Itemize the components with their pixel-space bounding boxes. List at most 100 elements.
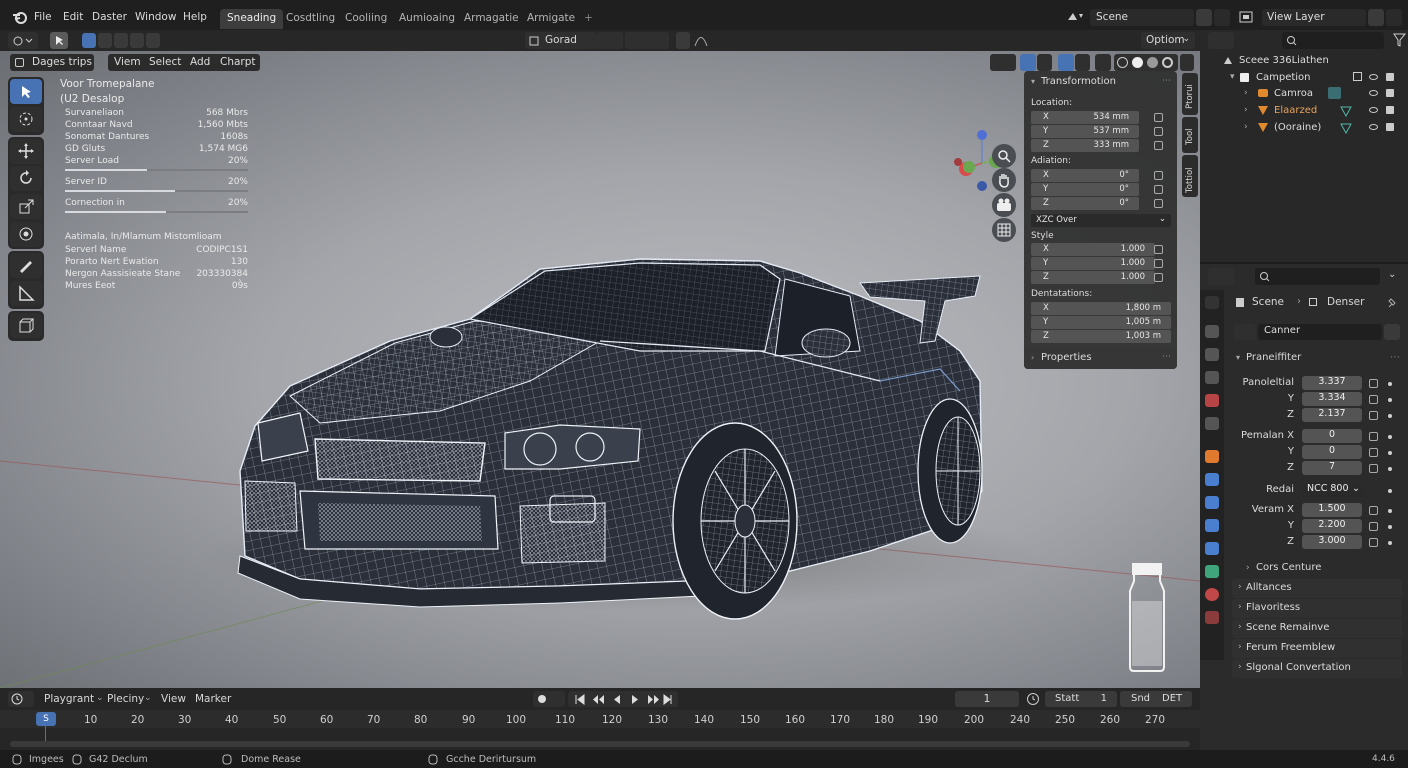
menu-select[interactable]: Select	[149, 56, 181, 68]
tab-workspace-1[interactable]: Sneading	[220, 9, 284, 29]
menu-object[interactable]: Charpt	[220, 56, 256, 68]
rotate-tool[interactable]	[10, 166, 42, 191]
tab-workspace-4[interactable]: Aumioaing	[392, 9, 462, 29]
menu-daster[interactable]: Daster	[92, 11, 127, 23]
section-alltances[interactable]: › Alltances	[1232, 579, 1402, 598]
keying-dropdown[interactable]: Pleciny	[107, 693, 144, 705]
measure-tool[interactable]	[10, 281, 42, 306]
value-field[interactable]: 0	[1302, 429, 1362, 443]
tab-workspace-5[interactable]: Armagatie	[457, 9, 526, 29]
eye-icon[interactable]	[1369, 124, 1378, 130]
keyframe-dot[interactable]	[1388, 489, 1392, 493]
properties-options-dropdown[interactable]: ⌄	[1388, 269, 1396, 280]
lock-icon[interactable]	[1369, 506, 1378, 515]
fake-user-button[interactable]	[1384, 324, 1400, 340]
snap-button[interactable]	[625, 32, 669, 49]
shading-dropdown[interactable]	[1180, 54, 1194, 71]
world-tab-icon[interactable]	[1205, 417, 1219, 430]
redai-dropdown[interactable]: NCC 800 ⌄	[1302, 483, 1364, 497]
rotation-x-field[interactable]: X 0°	[1031, 169, 1139, 182]
solid-shading-icon[interactable]	[1132, 57, 1143, 68]
render-tab-icon[interactable]	[1205, 325, 1219, 338]
subpanel-header[interactable]: Cors Centure	[1256, 562, 1321, 573]
menu-window[interactable]: Window	[135, 11, 176, 23]
transform-tool[interactable]	[10, 222, 42, 247]
outliner-item-selected[interactable]: Elaarzed	[1274, 105, 1317, 116]
orientation-dropdown[interactable]: Gorad	[525, 32, 597, 49]
lock-icon[interactable]	[1369, 464, 1378, 473]
tab-view[interactable]: Tottiol	[1182, 155, 1198, 197]
outliner-item-3[interactable]: (Ooraine)	[1274, 122, 1321, 133]
location-x-field[interactable]: X 534 mm	[1031, 111, 1139, 124]
render-camera-icon[interactable]	[1386, 89, 1394, 97]
app-logo-icon[interactable]	[12, 9, 28, 25]
3d-viewport[interactable]: Dages trips Viem Select Add Charpt Voor …	[0, 51, 1200, 688]
section-slgonal-convertation[interactable]: › Slgonal Convertation	[1232, 659, 1402, 678]
tool-tab-icon[interactable]	[1205, 296, 1219, 309]
lock-icon[interactable]	[1369, 538, 1378, 547]
pan-button[interactable]	[992, 168, 1016, 192]
value-field[interactable]: 3.334	[1302, 392, 1362, 406]
dimension-x-field[interactable]: X 1,800 m	[1031, 302, 1171, 315]
keyframe-dot[interactable]	[1388, 467, 1392, 471]
scale-z-field[interactable]: Z 1.000	[1031, 271, 1155, 284]
add-cube-tool[interactable]	[10, 313, 42, 338]
value-field[interactable]: 7	[1302, 461, 1362, 475]
render-camera-icon[interactable]	[1386, 123, 1394, 131]
section-ferum-freemblew[interactable]: › Ferum Freemblew	[1232, 639, 1402, 658]
proportional-edit-button[interactable]	[676, 32, 690, 49]
playback-mode-dropdown[interactable]: Playgrant	[44, 693, 94, 705]
view-layer-tab-icon[interactable]	[1205, 371, 1219, 384]
properties-search-input[interactable]	[1255, 268, 1380, 285]
render-shading-icon[interactable]	[1162, 57, 1173, 68]
menu-add[interactable]: Add	[190, 56, 210, 68]
lock-icon[interactable]	[1369, 395, 1378, 404]
tab-workspace-3[interactable]: Cooliing	[338, 9, 394, 29]
menu-marker[interactable]: Marker	[195, 693, 231, 705]
section-flavoritess[interactable]: › Flavoritess	[1232, 599, 1402, 618]
editor-type-button[interactable]	[8, 32, 38, 49]
keyframe-dot[interactable]	[1388, 509, 1392, 513]
options-dropdown[interactable]: Optiom ⌄	[1141, 32, 1195, 49]
lock-icon[interactable]	[1369, 379, 1378, 388]
keyframe-dot[interactable]	[1388, 451, 1392, 455]
gizmo-dropdown[interactable]	[1037, 54, 1052, 71]
mode-dropdown[interactable]: Dages trips	[10, 54, 94, 71]
menu-help[interactable]: Help	[183, 11, 207, 23]
section-scene-remainve[interactable]: › Scene Remainve	[1232, 619, 1402, 638]
scale-tool[interactable]	[10, 194, 42, 219]
gizmo-toggle-button[interactable]	[1020, 54, 1036, 71]
xray-toggle-button[interactable]	[1095, 54, 1111, 71]
outliner-item-camera[interactable]: Camroa	[1274, 88, 1313, 99]
record-button[interactable]	[533, 691, 565, 707]
new-view-layer-button[interactable]	[1368, 9, 1384, 26]
select-new-icon[interactable]	[82, 33, 96, 48]
move-tool[interactable]	[10, 139, 42, 164]
pivot-point-button[interactable]	[597, 32, 623, 49]
tab-tool[interactable]: Tool	[1182, 117, 1198, 153]
new-scene-button[interactable]	[1196, 9, 1212, 26]
select-extend-icon[interactable]	[98, 33, 112, 48]
keyframe-dot[interactable]	[1388, 414, 1392, 418]
eye-icon[interactable]	[1369, 90, 1378, 96]
physics-tab-icon[interactable]	[1205, 519, 1219, 532]
lock-icon[interactable]	[1369, 432, 1378, 441]
transformation-header[interactable]: Transformotion	[1041, 76, 1116, 87]
outliner-editor-type-button[interactable]	[1208, 32, 1234, 49]
material-shading-icon[interactable]	[1147, 57, 1158, 68]
zoom-button[interactable]	[992, 144, 1016, 168]
camera-data-icon[interactable]	[1328, 87, 1341, 99]
lock-icon[interactable]	[1154, 245, 1163, 254]
current-frame-marker[interactable]: S	[36, 712, 56, 726]
end-frame-field[interactable]: Snd DET	[1120, 691, 1192, 707]
outliner-collection[interactable]: Campetion	[1256, 72, 1311, 83]
select-subtract-icon[interactable]	[114, 33, 128, 48]
playback-icons[interactable]	[574, 694, 672, 705]
clock-icon[interactable]	[1026, 692, 1040, 706]
collection-checkbox[interactable]	[1353, 72, 1362, 81]
menu-file[interactable]: File	[34, 11, 52, 23]
tab-workspace-6[interactable]: Armigate	[520, 9, 582, 29]
eye-icon[interactable]	[1369, 74, 1378, 80]
select-invert-icon[interactable]	[130, 33, 144, 48]
value-field[interactable]: 2.200	[1302, 519, 1362, 533]
